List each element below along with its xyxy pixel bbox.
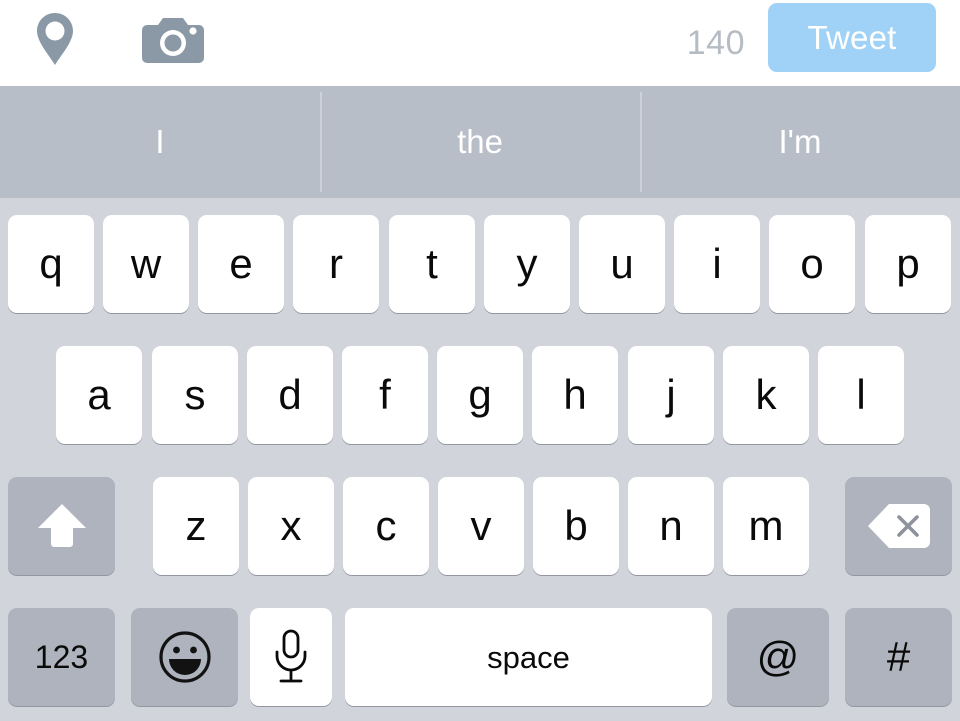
- key-label: n: [659, 502, 683, 549]
- key-@[interactable]: @: [727, 608, 829, 706]
- suggestion-item-3[interactable]: I'm: [640, 86, 960, 198]
- key-123[interactable]: 123: [8, 608, 115, 706]
- tweet-button[interactable]: Tweet: [768, 3, 936, 72]
- key-s[interactable]: s: [152, 346, 238, 444]
- key-label: y: [516, 240, 538, 287]
- key-label: j: [666, 371, 676, 418]
- key-label: a: [87, 371, 111, 418]
- key-label: space: [487, 639, 570, 675]
- composer-toolbar: 140 Tweet: [0, 0, 960, 86]
- keyboard-row-3: zxcvbnm: [0, 460, 960, 590]
- key-label: c: [375, 502, 397, 549]
- key-q[interactable]: q: [8, 215, 94, 313]
- key-c[interactable]: c: [343, 477, 429, 575]
- key-e[interactable]: e: [198, 215, 284, 313]
- key-space[interactable]: space: [345, 608, 712, 706]
- character-count: 140: [686, 23, 745, 62]
- key-p[interactable]: p: [865, 215, 951, 313]
- key-n[interactable]: n: [628, 477, 714, 575]
- backspace-icon[interactable]: [845, 477, 952, 575]
- key-label: f: [379, 371, 391, 418]
- key-i[interactable]: i: [674, 215, 760, 313]
- key-label: 123: [34, 639, 89, 675]
- key-label: b: [564, 502, 588, 549]
- key-label: x: [280, 502, 302, 549]
- location-pin-icon[interactable]: [24, 8, 86, 70]
- key-r[interactable]: r: [293, 215, 379, 313]
- suggestion-label: the: [457, 123, 503, 160]
- keyboard-row-2: asdfghjkl: [0, 329, 960, 459]
- key-label: #: [886, 633, 911, 680]
- key-label: v: [470, 502, 492, 549]
- predictive-suggestion-bar: I the I'm: [0, 86, 960, 198]
- emoji-smiley-icon[interactable]: [131, 608, 238, 706]
- key-k[interactable]: k: [723, 346, 809, 444]
- tweet-button-label: Tweet: [807, 18, 897, 56]
- key-t[interactable]: t: [389, 215, 475, 313]
- key-o[interactable]: o: [769, 215, 855, 313]
- key-#[interactable]: #: [845, 608, 952, 706]
- suggestion-label: I: [155, 123, 165, 160]
- key-label: k: [755, 371, 777, 418]
- key-label: q: [39, 240, 63, 287]
- suggestion-item-2[interactable]: the: [320, 86, 640, 198]
- key-g[interactable]: g: [437, 346, 523, 444]
- key-label: u: [610, 240, 634, 287]
- key-x[interactable]: x: [248, 477, 334, 575]
- key-label: d: [278, 371, 302, 418]
- key-y[interactable]: y: [484, 215, 570, 313]
- key-m[interactable]: m: [723, 477, 809, 575]
- key-label: @: [756, 633, 800, 680]
- key-label: z: [185, 502, 207, 549]
- key-label: o: [800, 240, 824, 287]
- keyboard-row-4: 123 space @ #: [0, 591, 960, 721]
- key-u[interactable]: u: [579, 215, 665, 313]
- key-label: i: [712, 240, 722, 287]
- microphone-icon[interactable]: [250, 608, 332, 706]
- key-f[interactable]: f: [342, 346, 428, 444]
- tweet-composer-keyboard-screen: 140 Tweet I the I'm q w e r t y u i o p a s d f g h j k l…: [0, 0, 960, 720]
- key-d[interactable]: d: [247, 346, 333, 444]
- key-label: w: [130, 240, 162, 287]
- key-label: t: [426, 240, 438, 287]
- key-h[interactable]: h: [532, 346, 618, 444]
- key-label: h: [563, 371, 587, 418]
- key-label: g: [468, 371, 492, 418]
- key-w[interactable]: w: [103, 215, 189, 313]
- shift-arrow-icon[interactable]: [8, 477, 115, 575]
- key-v[interactable]: v: [438, 477, 524, 575]
- key-j[interactable]: j: [628, 346, 714, 444]
- key-b[interactable]: b: [533, 477, 619, 575]
- key-label: p: [896, 240, 920, 287]
- camera-icon[interactable]: [140, 10, 206, 68]
- suggestion-label: I'm: [778, 123, 822, 160]
- key-l[interactable]: l: [818, 346, 904, 444]
- keyboard-row-1: qwertyuiop: [0, 198, 960, 328]
- key-z[interactable]: z: [153, 477, 239, 575]
- key-label: s: [184, 371, 206, 418]
- key-a[interactable]: a: [56, 346, 142, 444]
- key-label: l: [856, 371, 866, 418]
- onscreen-keyboard: q w e r t y u i o p a s d f g h j k l z x c v b n m 123 space @ #: [0, 198, 960, 720]
- key-label: e: [229, 240, 253, 287]
- key-label: m: [748, 502, 784, 549]
- key-label: r: [329, 240, 343, 287]
- suggestion-item-1[interactable]: I: [0, 86, 320, 198]
